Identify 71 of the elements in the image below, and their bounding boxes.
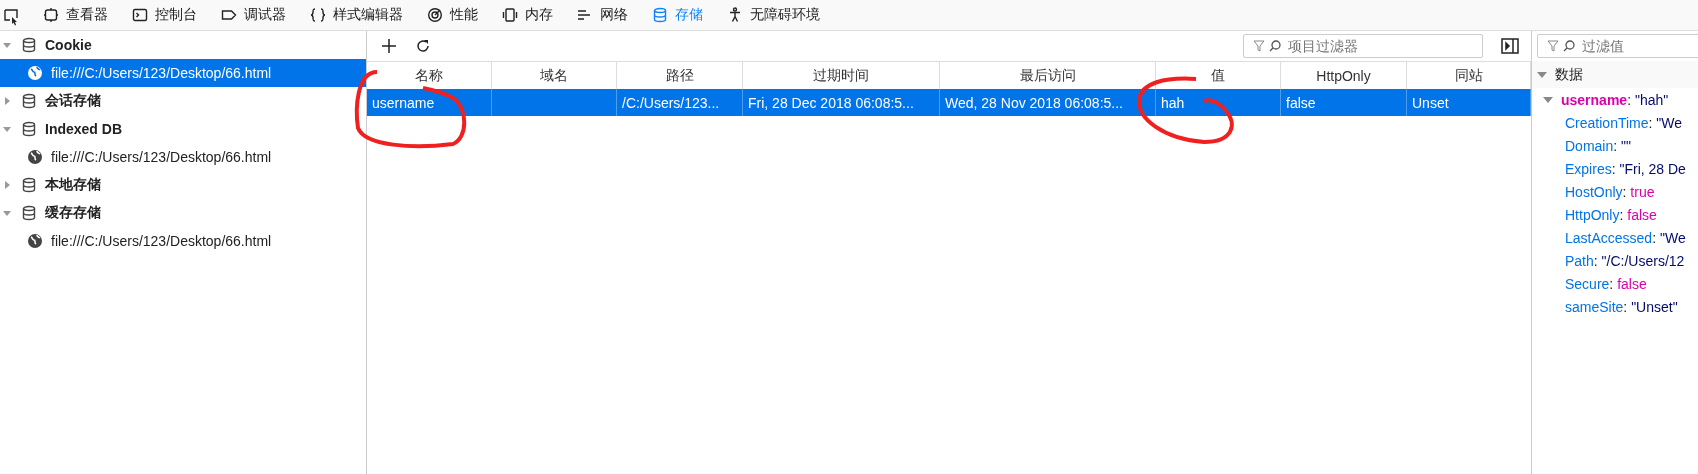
database-icon — [21, 93, 37, 109]
devtools-tab[interactable]: 样式编辑器 — [299, 0, 414, 30]
person-icon — [727, 7, 743, 23]
property-row: sameSite: "Unset" — [1565, 298, 1678, 315]
search-icon — [1269, 40, 1281, 52]
terminal-icon — [132, 7, 148, 23]
section-title: 数据 — [1555, 65, 1583, 84]
filter-field[interactable]: 过滤值 — [1537, 34, 1698, 58]
devtools-tab[interactable]: 调试器 — [210, 0, 297, 30]
database-icon — [21, 121, 37, 137]
table-cell: Wed, 28 Nov 2018 06:08:5... — [945, 94, 1123, 111]
section-header[interactable]: 数据 — [1532, 61, 1698, 88]
tree-item[interactable]: 缓存存储 — [0, 199, 366, 227]
globe-icon — [27, 233, 43, 249]
expand-arrow-icon[interactable] — [1537, 69, 1547, 80]
expand-arrow-icon[interactable] — [3, 41, 11, 49]
expand-arrow-icon[interactable] — [3, 125, 11, 133]
globe-icon — [27, 65, 43, 81]
property-row: HostOnly: true — [1565, 183, 1655, 200]
devtools-tab[interactable]: 内存 — [491, 0, 564, 30]
devtools-tab[interactable]: 无障碍环境 — [716, 0, 831, 30]
database-icon — [21, 37, 37, 53]
lines-icon — [577, 7, 593, 23]
property-row: CreationTime: "We — [1565, 114, 1682, 131]
add-icon[interactable] — [381, 38, 397, 54]
property-row: Expires: "Fri, 28 De — [1565, 160, 1686, 177]
tree-item[interactable]: Cookie — [0, 31, 366, 59]
sidebar-toggle-icon[interactable] — [1501, 38, 1519, 54]
tree-item[interactable]: file:///C:/Users/123/Desktop/66.html — [0, 227, 366, 255]
table-cell: hah — [1161, 94, 1185, 111]
devtools-tab[interactable]: 存储 — [641, 0, 714, 30]
funnel-icon — [1547, 40, 1559, 52]
database-icon — [21, 205, 37, 221]
devtools-tab[interactable]: 网络 — [566, 0, 639, 30]
expand-arrow-icon[interactable] — [3, 97, 11, 105]
search-icon — [1563, 40, 1575, 52]
frame-icon — [43, 7, 59, 23]
globe-icon — [27, 149, 43, 165]
chip-icon — [502, 7, 518, 23]
devtools-tab[interactable]: 性能 — [416, 0, 489, 30]
property-row: Secure: false — [1565, 275, 1647, 292]
database-icon — [652, 7, 668, 23]
filter-field[interactable]: 项目过滤器 — [1243, 34, 1483, 58]
property-row: LastAccessed: "We — [1565, 229, 1686, 246]
expand-arrow-icon[interactable] — [3, 181, 11, 189]
expand-arrow-icon[interactable] — [3, 209, 11, 217]
property-row: Domain: "" — [1565, 137, 1631, 154]
devtools-tab[interactable]: 控制台 — [121, 0, 208, 30]
property-row: Path: "/C:/Users/12 — [1565, 252, 1685, 269]
tree-item[interactable]: Indexed DB — [0, 115, 366, 143]
tree-item[interactable]: file:///C:/Users/123/Desktop/66.html — [0, 59, 366, 87]
tree-item[interactable]: 本地存储 — [0, 171, 366, 199]
braces-icon — [310, 7, 326, 23]
property-row: HttpOnly: false — [1565, 206, 1657, 223]
table-row[interactable]: username /C:/Users/123... Fri, 28 Dec 2018 06:08:5... Wed, 28 Nov 2018 06:08:5... hah false Unset — [367, 89, 1531, 116]
gauge-icon — [427, 7, 443, 23]
table-cell: /C:/Users/123... — [622, 94, 720, 111]
devtools-tab[interactable]: 查看器 — [32, 0, 119, 30]
funnel-icon — [1253, 40, 1265, 52]
table-cell: Unset — [1412, 94, 1449, 111]
tree-item[interactable]: file:///C:/Users/123/Desktop/66.html — [0, 143, 366, 171]
table-cell: Fri, 28 Dec 2018 06:08:5... — [748, 94, 914, 111]
tag-icon — [221, 7, 237, 23]
table-cell: username — [372, 94, 435, 111]
expand-arrow-icon[interactable] — [1543, 94, 1553, 105]
refresh-icon[interactable] — [415, 38, 431, 54]
pick-element-icon[interactable] — [4, 8, 18, 26]
database-icon — [21, 177, 37, 193]
table-cell: false — [1286, 94, 1316, 111]
property-row: username: "hah" — [1561, 91, 1669, 108]
tree-item[interactable]: 会话存储 — [0, 87, 366, 115]
